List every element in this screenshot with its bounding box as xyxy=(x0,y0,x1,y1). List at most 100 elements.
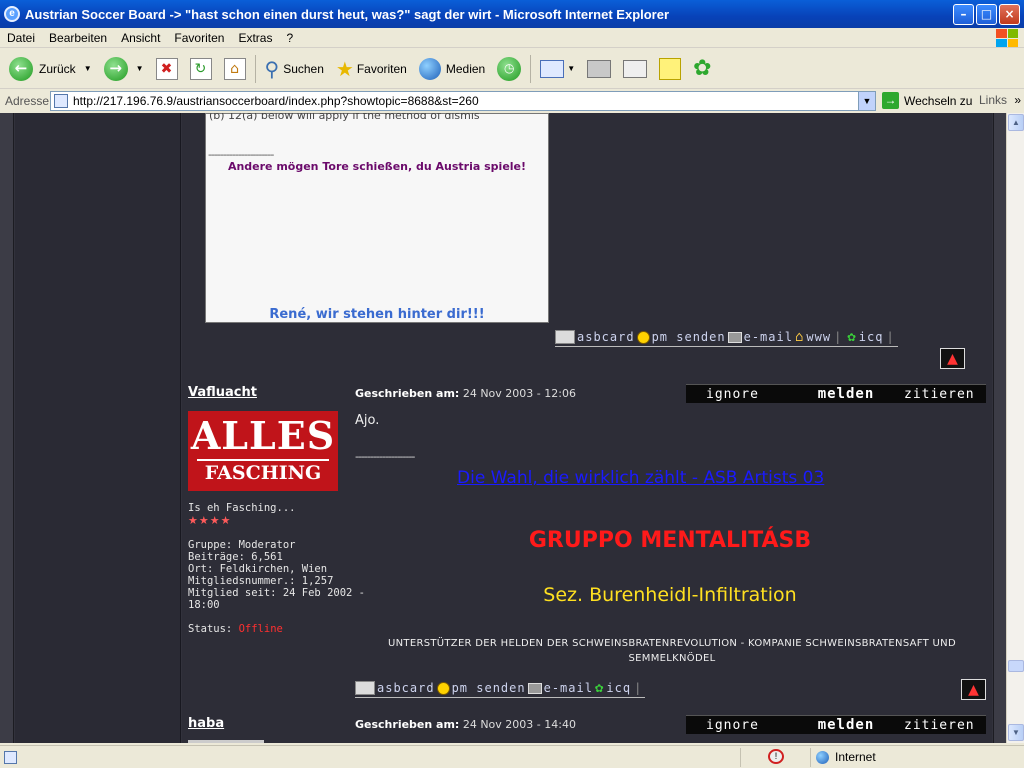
links-button[interactable]: Links » xyxy=(979,93,1021,107)
icq-flower-icon: ✿ xyxy=(594,680,605,696)
search-button[interactable]: ⚲ Suchen xyxy=(262,53,327,85)
maximize-button[interactable]: □ xyxy=(976,3,997,25)
favorites-button[interactable]: ★ Favoriten xyxy=(333,53,410,85)
smiley-icon xyxy=(436,681,450,695)
report-button[interactable]: melden xyxy=(799,717,892,733)
history-button[interactable]: ◷ xyxy=(494,53,524,85)
links-label: Links xyxy=(979,93,1008,107)
stop-icon: ✖ xyxy=(155,57,178,80)
page-left-border xyxy=(0,113,14,743)
icq-button[interactable]: icq xyxy=(606,681,631,695)
status-label: Status: xyxy=(188,623,233,635)
scroll-thumb[interactable] xyxy=(1008,660,1024,672)
stop-button[interactable]: ✖ xyxy=(153,53,181,85)
icq-button[interactable]: ✿ xyxy=(690,53,714,85)
avatar-line2: FASCHING xyxy=(197,459,329,485)
menu-extras[interactable]: Extras xyxy=(231,31,279,45)
address-bar: Adresse http://217.196.76.9/austriansocc… xyxy=(0,90,1024,112)
minimize-button[interactable]: – xyxy=(953,3,974,25)
post-date: Geschrieben am: 24 Nov 2003 - 12:06 xyxy=(355,387,576,400)
asbcard-button[interactable]: asbcard xyxy=(577,330,635,344)
menu-help[interactable]: ? xyxy=(279,31,300,45)
security-zone: Internet xyxy=(816,750,876,764)
quote-button[interactable]: zitieren xyxy=(893,718,986,733)
status-divider xyxy=(810,748,811,767)
print-icon xyxy=(587,59,612,78)
report-button[interactable]: melden xyxy=(799,386,892,402)
search-icon: ⚲ xyxy=(264,56,280,81)
menu-ansicht[interactable]: Ansicht xyxy=(114,31,167,45)
vertical-scrollbar[interactable]: ▲ ▼ xyxy=(1006,113,1024,743)
zone-label: Internet xyxy=(835,750,876,764)
avatar xyxy=(188,740,264,743)
quote-button[interactable]: zitieren xyxy=(893,387,986,402)
menu-bearbeiten[interactable]: Bearbeiten xyxy=(42,31,114,45)
scroll-up-button[interactable]: ▲ xyxy=(1008,114,1024,131)
media-button[interactable]: Medien xyxy=(416,53,488,85)
pm-button[interactable]: pm senden xyxy=(452,681,526,695)
post-author[interactable]: Vafluacht xyxy=(188,385,257,400)
chevron-right-icon: » xyxy=(1014,93,1022,107)
address-label: Adresse xyxy=(5,94,50,108)
privacy-icon[interactable]: ! xyxy=(768,749,784,764)
notes-button[interactable] xyxy=(656,53,684,85)
scroll-down-button[interactable]: ▼ xyxy=(1008,724,1024,741)
avatar: ALLES FASCHING xyxy=(188,411,338,491)
icq-button[interactable]: icq xyxy=(859,330,884,344)
home-button[interactable]: ⌂ xyxy=(221,53,249,85)
refresh-button[interactable]: ↻ xyxy=(187,53,215,85)
ie-icon: e xyxy=(4,6,20,22)
refresh-icon: ↻ xyxy=(189,57,212,80)
page-right-border xyxy=(993,113,1006,743)
address-input[interactable]: http://217.196.76.9/austriansoccerboard/… xyxy=(50,91,876,111)
rank-stars: ★★★★ xyxy=(188,514,232,527)
user-status: Status: Offline xyxy=(188,623,283,635)
email-button[interactable]: e-mail xyxy=(544,681,593,695)
address-dropdown-icon[interactable]: ▼ xyxy=(858,92,875,110)
edit-button[interactable] xyxy=(620,53,650,85)
close-button[interactable]: × xyxy=(999,3,1020,25)
email-button[interactable]: e-mail xyxy=(744,330,793,344)
asbcard-icon xyxy=(555,330,575,344)
ignore-button[interactable]: ignore xyxy=(686,718,799,733)
toolbar-separator xyxy=(530,54,532,83)
asbcard-button[interactable]: asbcard xyxy=(377,681,435,695)
chevron-up-icon: ▲ xyxy=(968,682,979,698)
envelope-icon xyxy=(727,331,742,343)
scroll-top-button[interactable]: ▲ xyxy=(940,348,965,369)
menu-datei[interactable]: Datei xyxy=(0,31,42,45)
toolbar-separator xyxy=(254,54,256,83)
post2-button-row: asbcard pm senden e-mail ✿ icq | xyxy=(355,680,646,698)
post1-button-row: asbcard pm senden e-mail ⌂ www | ✿ icq | xyxy=(555,329,898,347)
signature-sez: Sez. Burenheidl-Infiltration xyxy=(543,584,797,606)
scroll-top-button[interactable]: ▲ xyxy=(961,679,986,700)
avatar-line1: ALLES xyxy=(190,413,336,458)
forward-button[interactable]: → ▼ xyxy=(101,53,147,85)
separator-icon: | xyxy=(834,330,843,344)
user-location: Ort: Feldkirchen, Wien xyxy=(188,563,328,575)
back-label: Zurück xyxy=(39,61,76,76)
post-author[interactable]: haba xyxy=(188,716,224,731)
separator-icon: | xyxy=(634,681,643,695)
pm-button[interactable]: pm senden xyxy=(652,330,726,344)
menu-favoriten[interactable]: Favoriten xyxy=(167,31,231,45)
mail-button[interactable]: ▼ xyxy=(537,53,578,85)
address-url: http://217.196.76.9/austriansoccerboard/… xyxy=(73,94,479,108)
signature-rene: René, wir stehen hinter dir!!! xyxy=(269,307,485,322)
back-button[interactable]: ← Zurück ▼ xyxy=(6,53,95,85)
print-button[interactable] xyxy=(584,53,614,85)
back-dropdown-icon[interactable]: ▼ xyxy=(84,64,92,73)
ignore-button[interactable]: ignore xyxy=(686,387,799,402)
signature-link[interactable]: Die Wahl, die wirklich zählt - ASB Artis… xyxy=(457,468,824,488)
mail-dropdown-icon[interactable]: ▼ xyxy=(567,64,575,73)
forward-arrow-icon: → xyxy=(103,56,128,81)
user-posts: Beiträge: 6,561 xyxy=(188,551,283,563)
chevron-up-icon: ▲ xyxy=(947,351,958,367)
signature-cut-text: (b) 12(a) below will apply if the method… xyxy=(209,113,480,122)
www-button[interactable]: www xyxy=(806,330,831,344)
forward-dropdown-icon[interactable]: ▼ xyxy=(136,64,144,73)
user-member-since-time: 18:00 xyxy=(188,599,220,611)
go-button[interactable]: → Wechseln zu xyxy=(882,92,972,109)
menu-bar: Datei Bearbeiten Ansicht Favoriten Extra… xyxy=(0,28,1024,48)
post-date-value: 24 Nov 2003 - 12:06 xyxy=(462,387,576,400)
